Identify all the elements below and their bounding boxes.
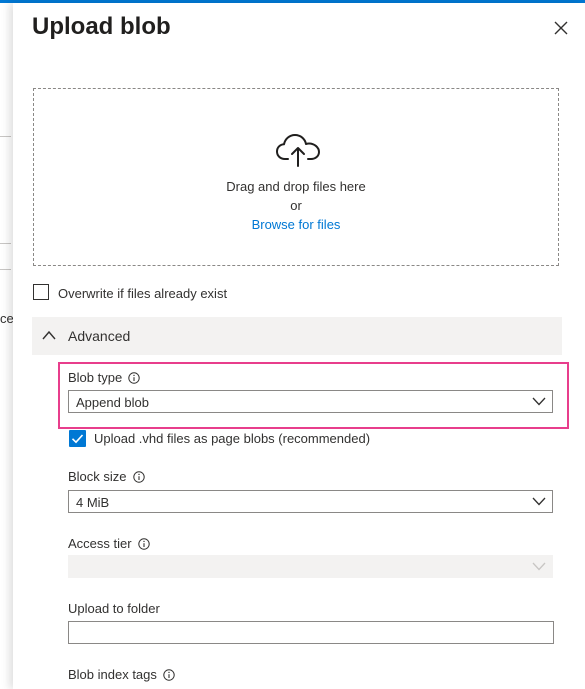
blob-index-tags-label: Blob index tags xyxy=(68,667,175,682)
advanced-section-toggle[interactable]: Advanced xyxy=(32,317,562,355)
blob-type-value: Append blob xyxy=(76,395,150,410)
access-tier-label-text: Access tier xyxy=(68,536,132,551)
block-size-dropdown[interactable]: 4 MiB xyxy=(68,490,553,513)
chevron-down-icon xyxy=(532,562,546,571)
blob-type-dropdown[interactable]: Append blob xyxy=(68,390,553,413)
chevron-down-icon xyxy=(532,397,546,406)
blob-index-tags-label-text: Blob index tags xyxy=(68,667,157,682)
block-size-label: Block size xyxy=(68,469,145,484)
background-divider xyxy=(0,269,11,270)
info-icon[interactable] xyxy=(128,372,140,384)
file-dropzone[interactable]: Drag and drop files here or Browse for f… xyxy=(33,88,559,266)
access-tier-label: Access tier xyxy=(68,536,150,551)
dropzone-instructions: Drag and drop files here xyxy=(226,179,366,194)
block-size-value: 4 MiB xyxy=(76,495,110,510)
info-icon[interactable] xyxy=(137,538,150,550)
upload-folder-label: Upload to folder xyxy=(68,601,160,616)
dropzone-or: or xyxy=(290,198,302,213)
blob-type-label-text: Blob type xyxy=(68,370,123,385)
background-partial-text: ce xyxy=(0,311,14,326)
blob-type-label: Blob type xyxy=(68,370,140,385)
browse-files-link[interactable]: Browse for files xyxy=(34,217,558,232)
background-divider xyxy=(0,136,11,137)
panel-title: Upload blob xyxy=(32,13,171,40)
close-icon[interactable] xyxy=(550,17,572,39)
upload-blob-panel: Upload blob Drag and drop files here or … xyxy=(13,3,585,689)
access-tier-dropdown[interactable] xyxy=(68,555,553,578)
vhd-page-blobs-checkbox[interactable] xyxy=(69,430,86,447)
upload-folder-input[interactable] xyxy=(68,621,554,644)
checkmark-icon xyxy=(71,434,84,444)
chevron-down-icon xyxy=(532,497,546,506)
overwrite-checkbox[interactable] xyxy=(33,284,49,300)
advanced-label: Advanced xyxy=(68,328,131,344)
cloud-upload-icon xyxy=(276,134,320,167)
background-page: ce xyxy=(0,3,14,689)
block-size-label-text: Block size xyxy=(68,469,127,484)
info-icon[interactable] xyxy=(163,669,175,681)
vhd-page-blobs-label: Upload .vhd files as page blobs (recomme… xyxy=(94,431,371,446)
info-icon[interactable] xyxy=(132,471,145,483)
background-divider xyxy=(0,243,11,244)
chevron-up-icon xyxy=(42,330,56,340)
overwrite-label: Overwrite if files already exist xyxy=(58,286,228,301)
